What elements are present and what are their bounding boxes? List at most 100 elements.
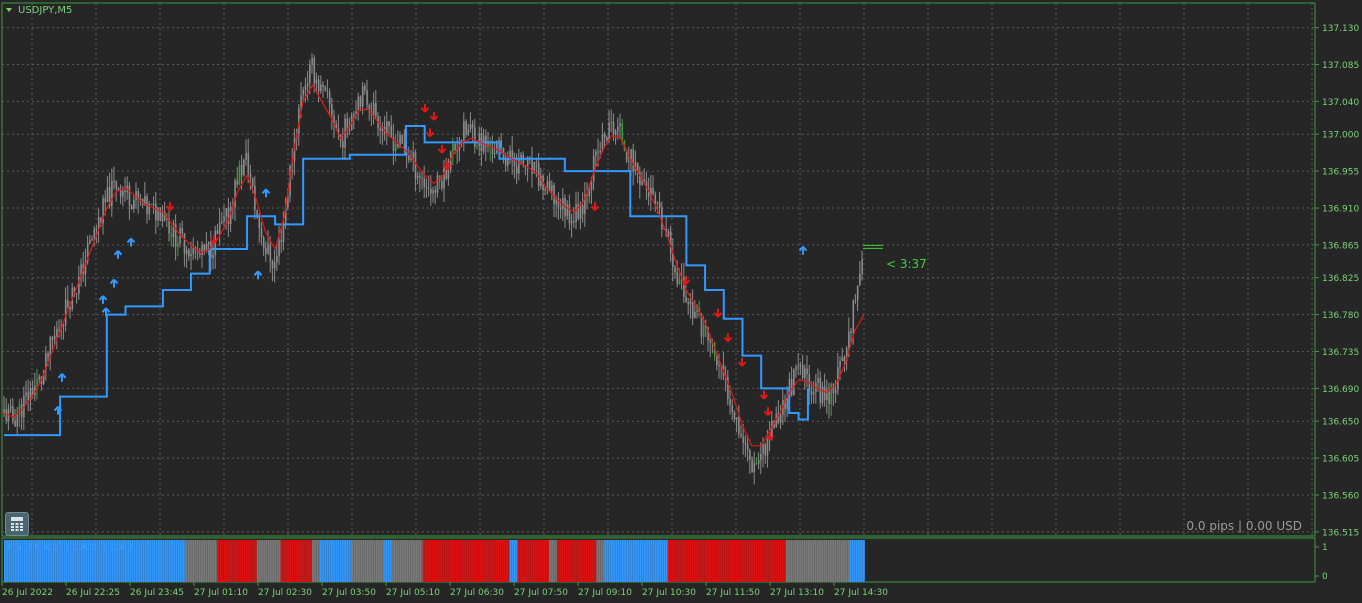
x-tick-label: 27 Jul 14:30 — [834, 588, 888, 598]
candle-body — [245, 152, 247, 160]
x-tick-label: 27 Jul 10:30 — [642, 588, 696, 598]
candle-body — [328, 92, 331, 105]
candle-body — [579, 205, 582, 219]
down-arrow-icon — [437, 144, 447, 154]
histogram-segment-blue — [509, 540, 518, 582]
candle-body — [249, 173, 252, 178]
histogram-segment-blue — [383, 540, 392, 582]
candle-body — [170, 233, 173, 238]
candle-body — [733, 412, 736, 420]
candle-body — [201, 244, 203, 255]
candle-body — [238, 164, 241, 185]
candle-body — [212, 255, 214, 259]
candle-body — [804, 368, 806, 378]
candle-body — [476, 146, 478, 148]
price-chart[interactable]: 137.130 137.085 137.040 137.000 136.955 136.9… — [0, 0, 1362, 603]
candle-body — [676, 272, 679, 284]
symbol-title[interactable]: USDJPY,M5 — [18, 5, 72, 16]
histogram-segment-red — [517, 540, 550, 582]
calculator-icon[interactable] — [5, 512, 29, 536]
signal-arrows — [53, 103, 808, 441]
candle-body — [610, 121, 613, 123]
candle-body — [848, 331, 850, 348]
candle-body — [174, 223, 177, 247]
candle-body — [53, 335, 56, 340]
candle-body — [454, 144, 456, 151]
candle-body — [320, 84, 322, 91]
candle-body — [740, 433, 742, 437]
candle-body — [421, 177, 423, 179]
candle-body — [203, 244, 206, 252]
candle-body — [471, 124, 474, 128]
histogram-segment-gray — [786, 540, 850, 582]
candle-body — [779, 414, 782, 423]
candle-body — [522, 154, 525, 166]
candle-body — [326, 91, 329, 93]
candle-body — [441, 181, 443, 189]
candle-body — [447, 169, 450, 179]
candle-body — [190, 254, 192, 257]
y-tick-label: 136.650 — [1322, 418, 1359, 428]
candle-body — [155, 203, 157, 221]
candle-body — [566, 204, 569, 217]
candle-body — [850, 331, 852, 333]
candle-body — [678, 279, 681, 284]
candle-body — [342, 141, 344, 148]
down-arrow-icon — [723, 333, 733, 343]
candle-body — [731, 405, 734, 413]
candle-body — [5, 409, 8, 422]
candle-body — [619, 123, 621, 127]
candle-body — [366, 90, 368, 105]
up-arrow-icon — [98, 295, 108, 304]
candle-body — [236, 180, 239, 185]
candle-body — [273, 262, 276, 269]
candle-body — [632, 149, 635, 172]
x-tick-label: 27 Jul 13:10 — [770, 588, 824, 598]
candle-body — [590, 181, 593, 191]
candle-body — [614, 131, 617, 135]
candle-body — [95, 228, 98, 230]
candle-body — [207, 242, 210, 245]
candle-body — [113, 180, 115, 182]
y-tick-label: 136.690 — [1322, 385, 1359, 395]
candle-body — [735, 417, 738, 420]
up-arrow-icon — [261, 188, 271, 198]
histogram-segment-gray — [351, 540, 384, 582]
candle-body — [570, 220, 573, 224]
candle-body — [760, 454, 762, 461]
candle-body — [817, 377, 819, 383]
histogram-segment-blue — [849, 540, 865, 582]
candle-body — [423, 178, 426, 187]
candle-body — [718, 365, 720, 367]
candle-body — [520, 154, 522, 158]
y-tick-label: 136.560 — [1322, 492, 1359, 502]
candle-body — [674, 267, 676, 273]
candle-body — [755, 463, 758, 465]
candle-body — [276, 256, 278, 263]
histogram-segment-red — [280, 540, 313, 582]
candle-body — [223, 216, 225, 222]
chevron-down-icon[interactable] — [6, 8, 12, 12]
candle-body — [16, 414, 19, 427]
candle-body — [513, 160, 516, 167]
candle-body — [687, 302, 690, 305]
candle-body — [795, 367, 797, 370]
moving-average-line — [3, 83, 865, 447]
candle-body — [669, 231, 672, 253]
time-axis[interactable]: 26 Jul 2022 26 Jul 22:25 26 Jul 23:45 27 Ju… — [1, 582, 888, 598]
candle-body — [749, 449, 751, 460]
candle-body — [793, 369, 795, 396]
candle-body — [188, 249, 190, 257]
candle-body — [91, 239, 93, 241]
price-axis[interactable]: 137.130 137.085 137.040 137.000 136.955 136.9… — [1315, 24, 1359, 538]
candle-body — [364, 85, 366, 91]
candle-body — [322, 84, 324, 87]
candle-body — [106, 187, 109, 202]
down-arrow-icon — [425, 128, 435, 138]
candle-body — [38, 376, 41, 380]
candle-body — [702, 324, 705, 337]
down-arrow-icon — [429, 112, 439, 121]
candle-body — [786, 397, 789, 410]
candle-body — [467, 129, 470, 135]
candle-body — [12, 406, 14, 421]
